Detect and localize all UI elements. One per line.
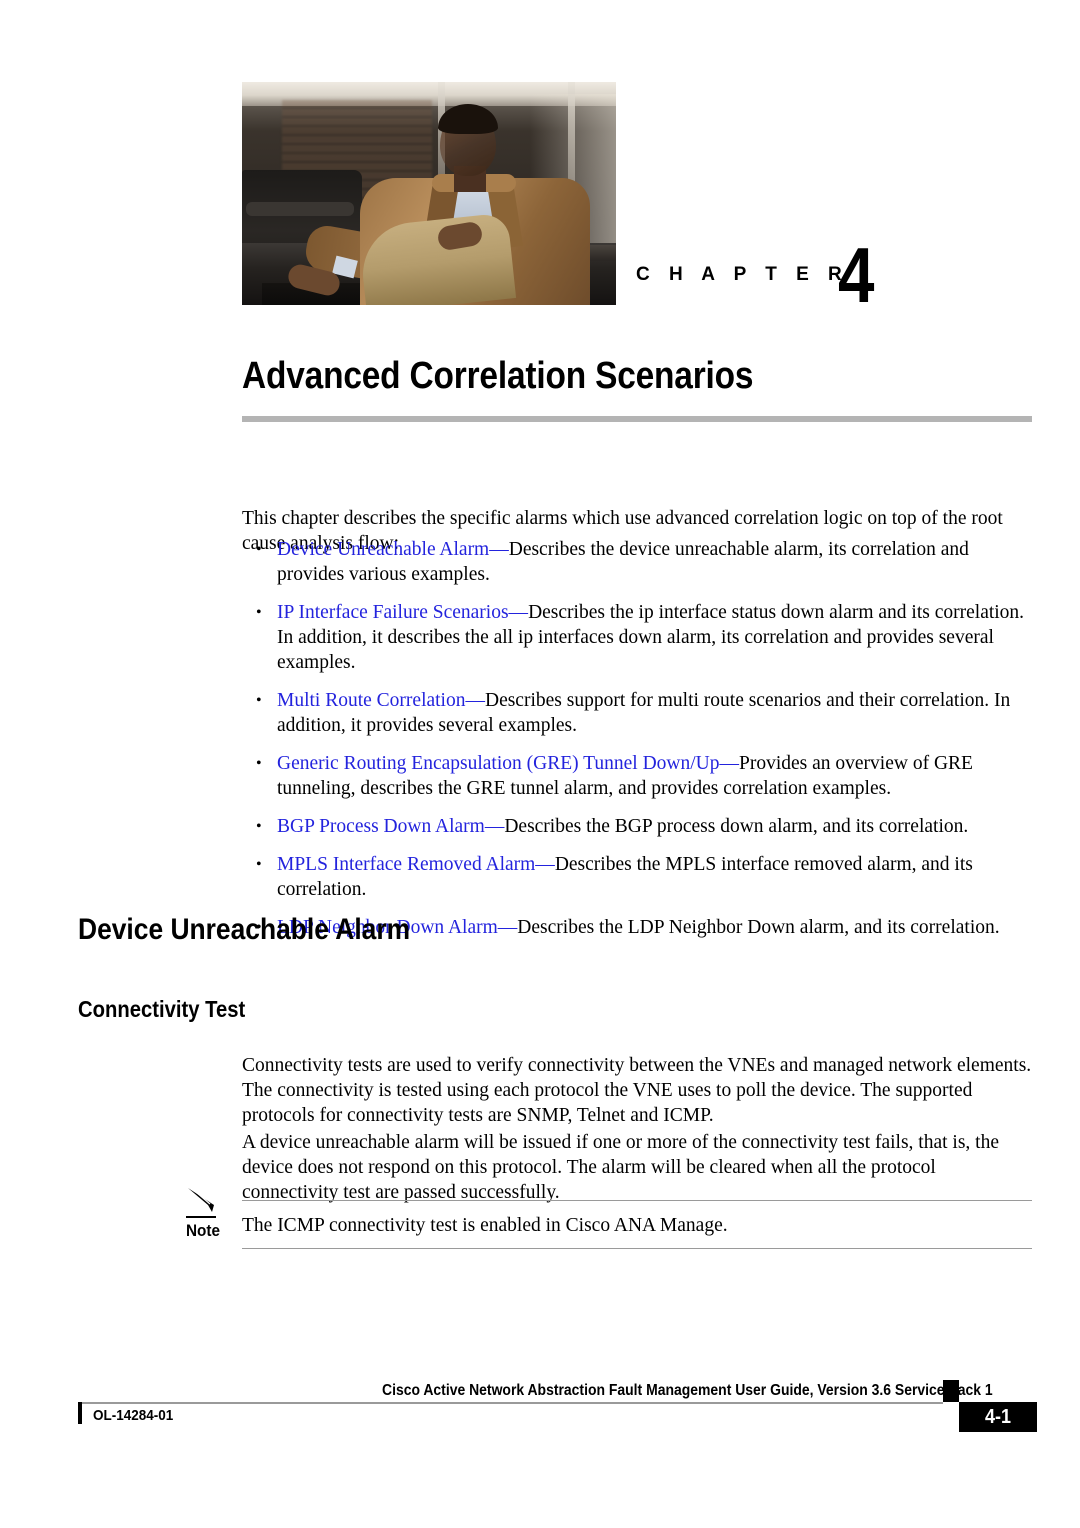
link-mpls-interface-removed-alarm[interactable]: MPLS Interface Removed Alarm— (277, 854, 555, 875)
link-multi-route-correlation[interactable]: Multi Route Correlation— (277, 690, 485, 711)
chapter-label: C H A P T E R (636, 264, 849, 285)
pencil-icon (186, 1185, 220, 1214)
page-number: 4-1 (984, 1406, 1012, 1428)
chapter-opener-photo (242, 82, 616, 305)
list-item: • BGP Process Down Alarm—Describes the B… (242, 814, 1032, 839)
photo-armchair-arm (246, 202, 354, 216)
list-item-description: Describes the BGP process down alarm, an… (504, 816, 969, 837)
note-text: The ICMP connectivity test is enabled in… (242, 1215, 728, 1236)
paragraph-connectivity-tests: Connectivity tests are used to verify co… (242, 1054, 1032, 1126)
footer-document-number: OL-14284-01 (93, 1407, 174, 1424)
bullet-icon: • (256, 818, 262, 835)
list-item: • Generic Routing Encapsulation (GRE) Tu… (242, 751, 1032, 801)
chapter-contents-list: • Device Unreachable Alarm— Describes the… (242, 537, 1032, 953)
page-number-box: 4-1 (959, 1402, 1037, 1432)
page-title: Advanced Correlation Scenarios (242, 355, 754, 397)
footer-marker-square (943, 1380, 959, 1402)
title-divider (242, 416, 1032, 422)
note-divider-bottom (242, 1248, 1032, 1249)
list-item: • Multi Route Correlation—Describes supp… (242, 688, 1032, 738)
link-gre-tunnel-down-up[interactable]: Generic Routing Encapsulation (GRE) Tunn… (277, 753, 739, 774)
note-block: Note The ICMP connectivity test is enabl… (186, 1185, 1032, 1250)
footer-divider (78, 1402, 943, 1404)
note-icon-underline (186, 1216, 216, 1218)
list-item: • Device Unreachable Alarm—Describes the… (242, 537, 1032, 587)
footer-guide-title: Cisco Active Network Abstraction Fault M… (382, 1382, 993, 1399)
footer-left-tick (78, 1402, 82, 1424)
list-item: • IP Interface Failure Scenarios—Describ… (242, 600, 1032, 675)
list-item: • MPLS Interface Removed Alarm—Describes… (242, 852, 1032, 902)
note-label: Note (186, 1221, 221, 1240)
bullet-icon: • (256, 755, 262, 772)
chapter-number: 4 (838, 231, 875, 319)
chapter-opener: C H A P T E R 4 (0, 0, 1080, 320)
section-heading-device-unreachable-alarm: Device Unreachable Alarm (78, 913, 411, 947)
bullet-icon: • (256, 692, 262, 709)
bullet-icon: • (256, 604, 262, 621)
link-bgp-process-down-alarm[interactable]: BGP Process Down Alarm— (277, 816, 504, 837)
section-heading-connectivity-test: Connectivity Test (78, 996, 246, 1023)
page-footer: Cisco Active Network Abstraction Fault M… (0, 1380, 1080, 1460)
note-divider-top (242, 1200, 1032, 1201)
link-ip-interface-failure-scenarios[interactable]: IP Interface Failure Scenarios— (277, 602, 528, 623)
list-item-description: Describes the LDP Neighbor Down alarm, a… (517, 917, 1000, 938)
bullet-icon: • (256, 541, 262, 558)
link-device-unreachable-alarm[interactable]: Device Unreachable Alarm— (277, 539, 509, 560)
bullet-icon: • (256, 856, 262, 873)
